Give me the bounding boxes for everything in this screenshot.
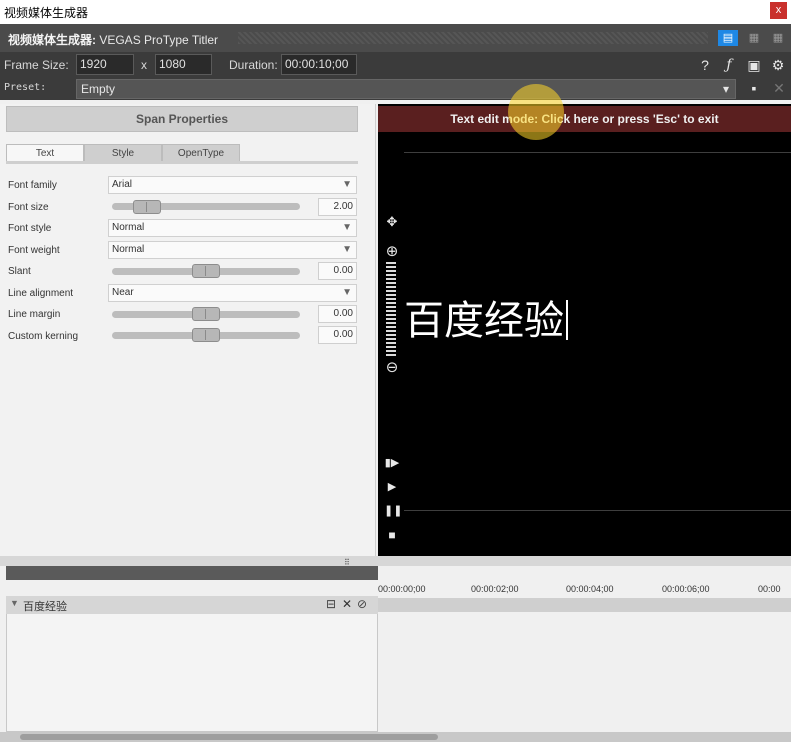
plugin-title: 视频媒体生成器: VEGAS ProType Titler [8,31,218,48]
frame-x-label: x [141,58,147,72]
preview-canvas[interactable]: Text edit mode: Click here or press 'Esc… [378,84,791,556]
custom-kerning-label: Custom kerning [8,331,79,342]
view-layout-2-icon[interactable]: ▦ [744,30,764,46]
delete-icon[interactable]: ✕ [770,79,788,97]
slant-input[interactable]: 0.00 [318,262,357,280]
canvas-text[interactable]: 百度经验 [404,288,568,346]
cursor-highlight [508,84,564,140]
ruler-tick: 00:00:02;00 [471,584,519,594]
span-properties-panel: Span Properties Text Style OpenType Font… [0,104,376,556]
zoom-out-icon[interactable]: ⊖ [384,358,400,376]
frame-width-input[interactable]: 1920 [76,54,134,75]
move-icon[interactable]: ✥ [384,214,400,230]
font-size-input[interactable]: 2.00 [318,198,357,216]
chevron-down-icon: ▼ [342,222,352,233]
timeline-track-area[interactable] [378,598,791,612]
tab-opentype[interactable]: OpenType [162,144,240,162]
canvas-text-content: 百度经验 [404,299,564,343]
font-size-label: Font size [8,202,49,213]
zoom-slider[interactable] [386,262,396,358]
font-style-label: Font style [8,223,52,234]
window-title: 视频媒体生成器 [4,6,89,20]
line-alignment-dropdown[interactable]: Near ▼ [108,284,357,302]
font-weight-label: Font weight [8,245,60,256]
close-button[interactable]: x [770,2,787,19]
line-margin-slider-thumb[interactable] [192,307,220,321]
track-row[interactable]: ▼ 百度经验 ⊟ ✕ ⊘ [6,596,378,614]
plugin-title-name: VEGAS ProType Titler [99,33,219,47]
line-margin-label: Line margin [8,309,61,320]
play-icon[interactable]: ▶ [384,480,400,493]
timeline-ruler[interactable]: 00:00:00;00 00:00:02;00 00:00:04;00 00:0… [378,580,791,598]
text-caret [566,300,568,340]
duration-input[interactable]: 00:00:10;00 [281,54,357,75]
chevron-down-icon: ▼ [342,179,352,190]
collapse-icon[interactable]: ⊟ [326,597,336,611]
ruler-tick: 00:00:06;00 [662,584,710,594]
plugin-header: 视频媒体生成器: VEGAS ProType Titler ▤ ▦ ▦ [0,24,791,52]
line-margin-input[interactable]: 0.00 [318,305,357,323]
preset-value: Empty [81,82,116,96]
pause-icon[interactable]: ❚❚ [384,504,402,517]
stop-icon[interactable]: ■ [384,528,400,542]
font-weight-value: Normal [112,244,145,255]
delete-track-icon[interactable]: ✕ [342,597,352,611]
fx-icon[interactable]: ƒ [720,56,738,74]
expand-icon[interactable]: ▼ [10,598,19,608]
track-name: 百度经验 [23,601,67,613]
font-family-value: Arial [112,179,133,190]
font-style-value: Normal [112,222,145,233]
panel-divider[interactable]: ⠿ [0,556,791,567]
view-layout-3-icon[interactable]: ▦ [768,30,788,46]
preset-row: Preset: Empty ▾ ▪ ✕ [0,78,791,100]
top-guide-line [404,152,791,153]
line-alignment-value: Near [112,287,134,298]
preset-label: Preset: [4,82,47,93]
preview-window-icon[interactable]: ▣ [745,56,763,74]
horizontal-scrollbar[interactable] [0,732,791,742]
panel-title: Span Properties [6,106,358,132]
font-style-dropdown[interactable]: Normal ▼ [108,219,357,237]
ruler-tick: 00:00:04;00 [566,584,614,594]
slant-slider-thumb[interactable] [192,264,220,278]
preset-dropdown[interactable]: Empty ▾ [76,79,736,99]
zoom-in-icon[interactable]: ⊕ [384,242,400,260]
window-title-bar: 视频媒体生成器 x [0,0,791,24]
ruler-tick: 00:00:00;00 [378,584,426,594]
tab-text[interactable]: Text [6,144,84,162]
custom-kerning-slider-thumb[interactable] [192,328,220,342]
font-family-label: Font family [8,180,57,191]
tabs-underline [6,161,358,164]
scrollbar-thumb[interactable] [20,734,438,740]
text-edit-banner[interactable]: Text edit mode: Click here or press 'Esc… [378,106,791,132]
plugin-title-prefix: 视频媒体生成器: [8,33,96,47]
step-icon[interactable]: ▮▶ [384,456,400,469]
gear-icon[interactable]: ⚙ [769,56,787,74]
help-icon[interactable]: ? [696,56,714,74]
font-family-dropdown[interactable]: Arial ▼ [108,176,357,194]
save-icon[interactable]: ▪ [745,79,763,97]
frame-size-row: Frame Size: 1920 x 1080 Duration: 00:00:… [0,52,791,78]
frame-size-label: Frame Size: [4,58,69,72]
line-alignment-label: Line alignment [8,288,74,299]
header-stripe [238,32,708,44]
chevron-down-icon: ▼ [342,287,352,298]
ruler-tick: 00:00 [758,584,781,594]
slant-label: Slant [8,266,31,277]
track-list [6,596,378,732]
tab-style[interactable]: Style [84,144,162,162]
font-weight-dropdown[interactable]: Normal ▼ [108,241,357,259]
chevron-down-icon: ▼ [342,244,352,255]
bottom-guide-line [404,510,791,511]
chevron-down-icon: ▾ [722,82,729,96]
custom-kerning-input[interactable]: 0.00 [318,326,357,344]
font-size-slider-thumb[interactable] [133,200,161,214]
disable-icon[interactable]: ⊘ [357,597,367,611]
duration-label: Duration: [229,58,278,72]
frame-height-input[interactable]: 1080 [155,54,212,75]
timeline-header [6,566,378,580]
view-layout-1-icon[interactable]: ▤ [718,30,738,46]
